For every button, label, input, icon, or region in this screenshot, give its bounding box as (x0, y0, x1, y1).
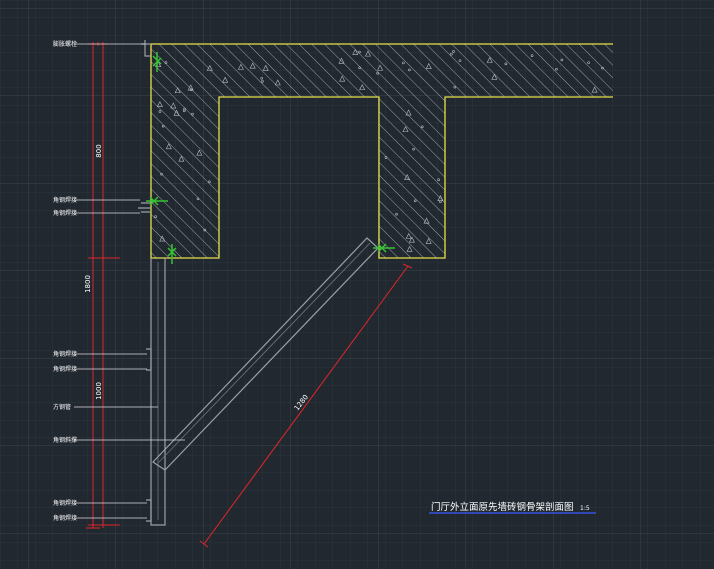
callout-label: 方钢管 (53, 403, 71, 411)
callout-label: 角钢焊接 (53, 196, 77, 204)
callout-label: 角钢焊接 (53, 365, 77, 373)
callout-label: 角钢焊接 (53, 209, 77, 217)
dim-total-height: 1800 (84, 275, 92, 293)
drawing-scale: 1:5 (580, 505, 590, 512)
cad-drawing-canvas[interactable]: 800 1800 1000 1280 膨胀螺栓 角钢焊接 角钢焊接 角钢焊接 角… (0, 0, 714, 569)
callout-label: 膨胀螺栓 (53, 40, 77, 48)
callout-label: 角钢焊接 (53, 514, 77, 522)
callout-label: 角钢焊接 (53, 350, 77, 358)
callout-label: 角钢焊接 (53, 499, 77, 507)
drawing-title: 门厅外立面原先墙砖钢骨架剖面图 (431, 501, 574, 513)
dim-lower-height: 1000 (95, 382, 103, 400)
dim-upper-height: 800 (95, 144, 103, 157)
callout-label: 角钢斜撑 (53, 436, 77, 444)
drawing-title-block[interactable]: 门厅外立面原先墙砖钢骨架剖面图 1:5 (429, 501, 596, 514)
